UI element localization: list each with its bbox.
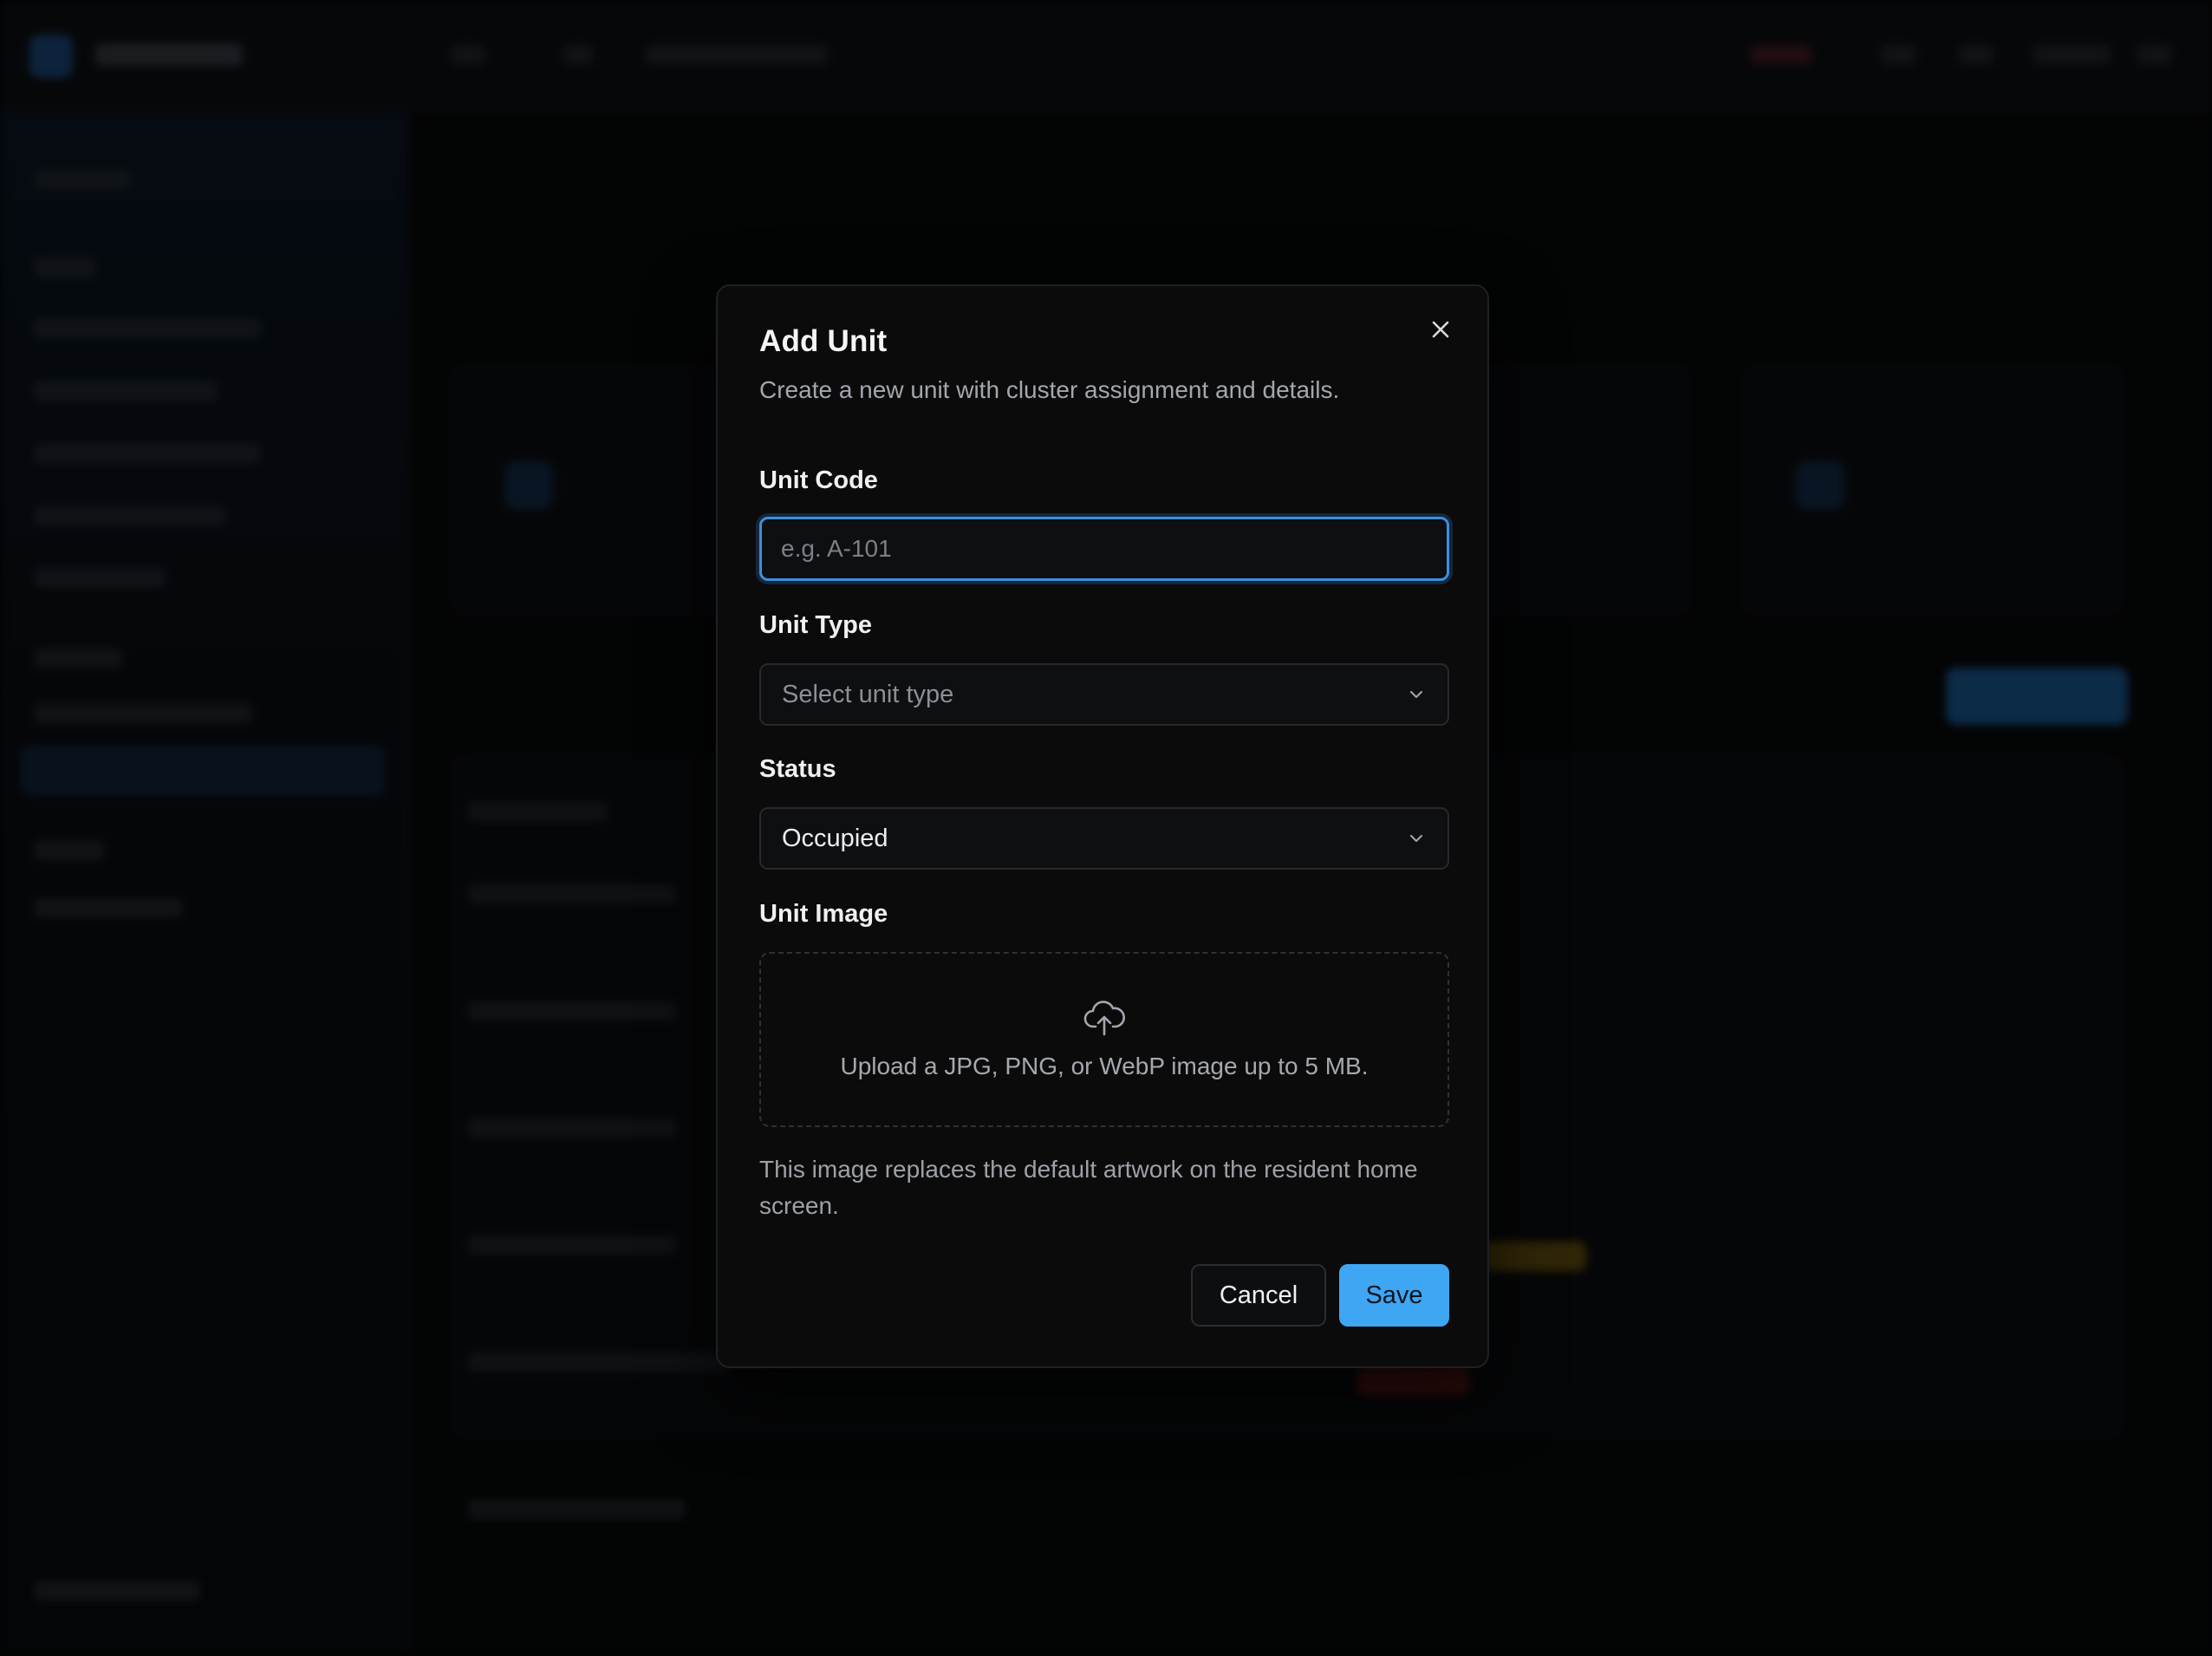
- dialog-description: Create a new unit with cluster assignmen…: [759, 376, 1340, 403]
- unit-code-input[interactable]: [759, 517, 1449, 581]
- cloud-upload-icon: [1083, 1001, 1125, 1036]
- unit-code-label: Unit Code: [759, 466, 878, 494]
- upload-instructions: Upload a JPG, PNG, or WebP image up to 5…: [840, 1053, 1369, 1079]
- image-upload-dropzone[interactable]: Upload a JPG, PNG, or WebP image up to 5…: [759, 952, 1449, 1127]
- unit-type-selected-value: Select unit type: [782, 680, 954, 708]
- cancel-button[interactable]: Cancel: [1191, 1264, 1326, 1327]
- chevron-down-icon: [1409, 834, 1423, 843]
- unit-image-label: Unit Image: [759, 900, 888, 928]
- chevron-down-icon: [1409, 690, 1423, 699]
- status-selected-value: Occupied: [782, 824, 888, 852]
- dialog-title: Add Unit: [759, 324, 888, 358]
- close-icon: [1432, 321, 1449, 338]
- save-button[interactable]: Save: [1339, 1264, 1449, 1327]
- status-select[interactable]: Occupied: [759, 807, 1449, 870]
- close-button[interactable]: [1423, 312, 1458, 347]
- status-label: Status: [759, 755, 836, 783]
- image-helper-text: This image replaces the default artwork …: [759, 1156, 1418, 1219]
- add-unit-dialog: Add Unit Create a new unit with cluster …: [716, 284, 1489, 1368]
- unit-type-label: Unit Type: [759, 611, 872, 639]
- unit-type-select[interactable]: Select unit type: [759, 663, 1449, 726]
